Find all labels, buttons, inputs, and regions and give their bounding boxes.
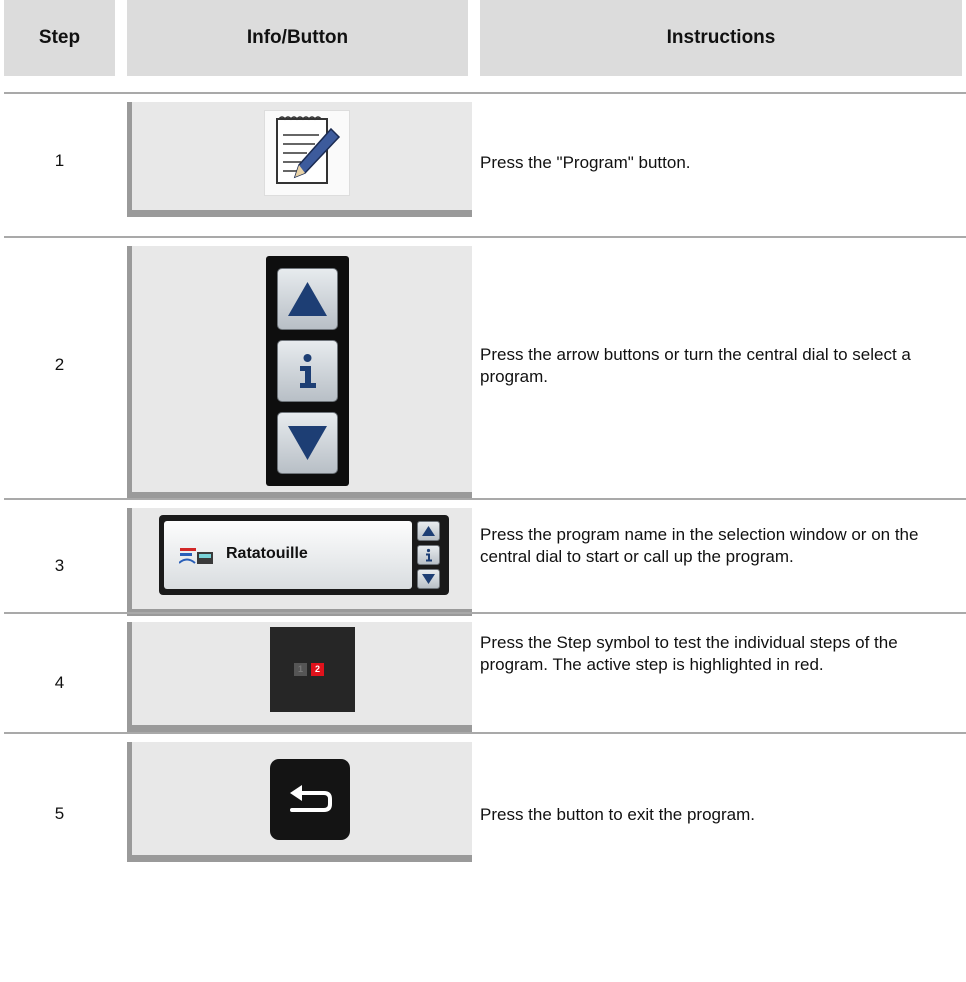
- active-step-icon: 2: [311, 663, 324, 676]
- arrow-down-icon: [422, 574, 435, 584]
- step-number: 2: [54, 355, 65, 374]
- mini-info-button[interactable]: [417, 545, 440, 565]
- step-row-2: 2 Press the arrow buttons or turn the ce…: [4, 236, 966, 499]
- arrow-down-icon: [288, 426, 327, 460]
- header-instructions: Instructions: [480, 0, 962, 76]
- info-icon: [300, 354, 316, 388]
- header-step: Step: [4, 0, 115, 76]
- info-panel: 1 2: [127, 622, 472, 732]
- instruction-text: Press the arrow buttons or turn the cent…: [480, 345, 911, 386]
- info-button[interactable]: [277, 340, 338, 402]
- step-row-3: 3 Ratatouille Press the program name in …: [4, 498, 966, 616]
- arrow-down-button[interactable]: [277, 412, 338, 474]
- info-panel: [127, 742, 472, 862]
- arrow-buttons: [266, 256, 349, 486]
- instruction-text: Press the program name in the selection …: [480, 525, 919, 566]
- program-name: Ratatouille: [226, 545, 308, 562]
- inactive-step-icon: 1: [294, 663, 307, 676]
- info-panel: [127, 102, 472, 217]
- step-row-4: 4 1 2 Press the Step symbol to test the …: [4, 612, 966, 732]
- program-name-button[interactable]: Ratatouille: [164, 521, 412, 589]
- mini-arrow-up-button[interactable]: [417, 521, 440, 541]
- program-button[interactable]: [264, 110, 350, 196]
- info-panel: [127, 246, 472, 499]
- step-number: 1: [54, 151, 65, 170]
- instruction-text: Press the button to exit the program.: [480, 805, 755, 824]
- program-edit-icon: [276, 116, 341, 184]
- step-row-1: 1 Press the "Program" button.: [4, 92, 966, 236]
- instruction-text: Press the Step symbol to test the indivi…: [480, 633, 898, 674]
- row-divider: [4, 92, 966, 94]
- program-type-icon: [179, 548, 213, 564]
- back-exit-icon: [290, 785, 332, 812]
- arrow-up-button[interactable]: [277, 268, 338, 330]
- info-icon: [426, 548, 432, 562]
- arrow-up-icon: [422, 526, 435, 536]
- row-divider: [4, 732, 966, 734]
- instruction-text: Press the "Program" button.: [480, 153, 691, 172]
- mini-arrow-down-button[interactable]: [417, 569, 440, 589]
- header-info-button: Info/Button: [127, 0, 468, 76]
- row-divider: [4, 612, 966, 614]
- row-divider: [4, 236, 966, 238]
- row-divider: [4, 498, 966, 500]
- step-row-5: 5 Press the button to exit the program.: [4, 732, 966, 864]
- info-panel: Ratatouille: [127, 508, 472, 616]
- step-number: 3: [54, 556, 65, 575]
- step-number: 5: [54, 804, 65, 823]
- arrow-up-icon: [288, 282, 327, 316]
- program-selection-window: Ratatouille: [159, 515, 449, 595]
- step-symbol-button[interactable]: 1 2: [270, 627, 355, 712]
- exit-button[interactable]: [270, 759, 350, 840]
- step-number: 4: [54, 673, 65, 692]
